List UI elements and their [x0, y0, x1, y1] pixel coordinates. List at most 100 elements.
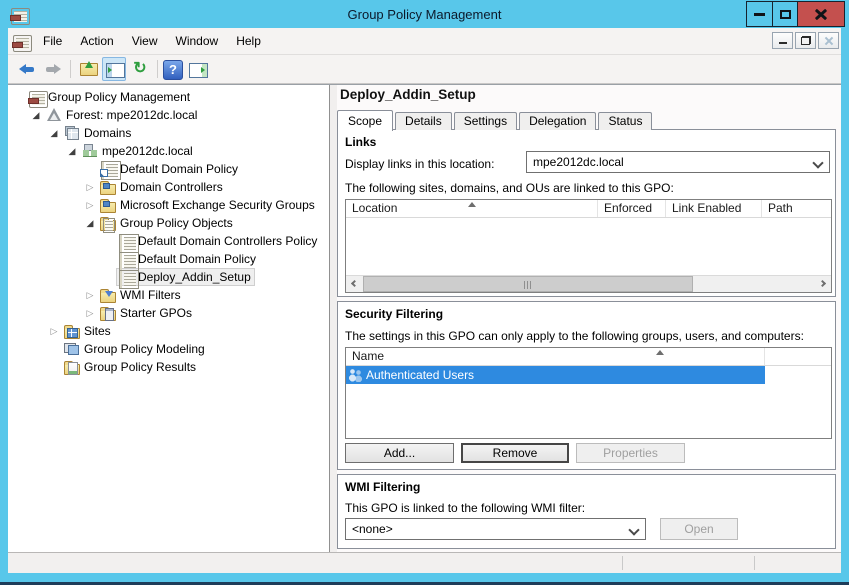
- menu-view[interactable]: View: [123, 28, 167, 54]
- remove-button[interactable]: Remove: [461, 443, 569, 463]
- menu-file[interactable]: File: [34, 28, 71, 54]
- tree-item: Microsoft Exchange Security Groups: [8, 196, 329, 214]
- minimize-button[interactable]: [746, 1, 773, 27]
- minimize-icon: [754, 13, 765, 16]
- child-restore-button[interactable]: [795, 32, 816, 49]
- help-icon[interactable]: [163, 60, 183, 80]
- tree-item-label-area[interactable]: Forest: mpe2012dc.local: [44, 106, 201, 124]
- tree-item-label: Group Policy Objects: [120, 216, 233, 230]
- refresh-icon[interactable]: [128, 57, 152, 81]
- tab-status[interactable]: Status: [598, 112, 652, 130]
- column-header[interactable]: Location: [346, 200, 598, 217]
- tree-item-label-area[interactable]: Deploy_Addin_Setup: [116, 268, 255, 286]
- show-action-pane-icon[interactable]: [185, 57, 209, 81]
- tree-item-label-area[interactable]: Default Domain Policy: [116, 250, 260, 268]
- tree-item-label-area[interactable]: Group Policy Modeling: [62, 340, 209, 358]
- security-filtering-table: Name Authenticated Users: [345, 347, 832, 439]
- status-bar-separator: [622, 556, 623, 570]
- tree-item-label-area[interactable]: Domains: [62, 124, 135, 142]
- security-table-rows: Authenticated Users: [346, 366, 831, 384]
- window-controls: [747, 1, 845, 27]
- security-filtering-description: The settings in this GPO can only apply …: [345, 329, 804, 343]
- tree-item-label-area[interactable]: Group Policy Objects: [98, 214, 237, 232]
- maximize-button[interactable]: [772, 1, 798, 27]
- menu-window[interactable]: Window: [167, 28, 228, 54]
- console-root-icon: [28, 89, 44, 105]
- column-header[interactable]: Path: [762, 200, 831, 217]
- child-minimize-button[interactable]: [772, 32, 793, 49]
- open-button: Open: [660, 518, 738, 540]
- wmi-filter-dropdown[interactable]: <none>: [345, 518, 646, 540]
- tree-item: Domains: [8, 124, 329, 142]
- tree-item: Default Domain Policy: [8, 250, 329, 268]
- pane-splitter[interactable]: [330, 85, 337, 552]
- tab-settings[interactable]: Settings: [454, 112, 517, 130]
- child-close-button[interactable]: [818, 32, 839, 49]
- tab-scope[interactable]: Scope: [337, 110, 393, 131]
- child-window-controls: [772, 32, 839, 49]
- tree-item: Deploy_Addin_Setup: [8, 268, 329, 286]
- expander-icon[interactable]: [82, 178, 98, 196]
- toolbar: [8, 55, 841, 84]
- tree-item-label-area[interactable]: Group Policy Results: [62, 358, 200, 376]
- security-principal-name: Authenticated Users: [366, 368, 474, 382]
- console-tree-toggle-icon[interactable]: [102, 57, 126, 81]
- tree-item-label-area[interactable]: Microsoft Exchange Security Groups: [98, 196, 319, 214]
- expander-icon[interactable]: [46, 124, 62, 142]
- domains-icon: [64, 125, 80, 141]
- wmi-filtering-section: WMI Filtering This GPO is linked to the …: [337, 474, 836, 549]
- chevron-down-icon: [809, 152, 829, 172]
- tree-item-label-area[interactable]: Default Domain Policy: [98, 160, 242, 178]
- window-border-bottom: [0, 573, 849, 582]
- expander-icon[interactable]: [82, 196, 98, 214]
- scroll-left-button[interactable]: [346, 276, 363, 292]
- expander-icon[interactable]: [46, 322, 62, 340]
- table-row[interactable]: Authenticated Users: [346, 366, 765, 384]
- add-button[interactable]: Add...: [345, 443, 454, 463]
- users-icon: [348, 368, 363, 382]
- column-header[interactable]: Link Enabled: [666, 200, 762, 217]
- tree-item-label: Sites: [84, 324, 111, 338]
- expander-icon[interactable]: [82, 286, 98, 304]
- tree-item-label: Domain Controllers: [120, 180, 223, 194]
- tree-item-label-area[interactable]: mpe2012dc.local: [80, 142, 197, 160]
- sites-folder-icon: [64, 328, 80, 339]
- scrollbar-thumb[interactable]: [363, 276, 693, 292]
- expander-icon[interactable]: [82, 214, 98, 232]
- tree-item-label: Group Policy Management: [48, 90, 190, 104]
- tree-item-label-area[interactable]: Domain Controllers: [98, 178, 227, 196]
- back-icon[interactable]: [15, 57, 39, 81]
- tab-details[interactable]: Details: [395, 112, 452, 130]
- tree-item-label-area[interactable]: Group Policy Management: [26, 88, 194, 106]
- links-table-header: Location Enforced Link Enabled: [346, 200, 831, 218]
- expander-icon[interactable]: [64, 142, 80, 160]
- gpo-details-pane: Deploy_Addin_Setup Scope Details Setting…: [337, 85, 841, 552]
- menu-help[interactable]: Help: [227, 28, 270, 54]
- status-bar-separator: [754, 556, 755, 570]
- column-header[interactable]: Enforced: [598, 200, 666, 217]
- up-one-level-icon[interactable]: [76, 57, 100, 81]
- expander-icon[interactable]: [82, 304, 98, 322]
- forward-icon[interactable]: [41, 57, 65, 81]
- close-button[interactable]: [797, 1, 845, 27]
- tree-item-label: Starter GPOs: [120, 306, 192, 320]
- tree-item: Forest: mpe2012dc.local: [8, 106, 329, 124]
- tree-item-label-area[interactable]: WMI Filters: [98, 286, 185, 304]
- expander-icon[interactable]: [28, 106, 44, 124]
- chevron-left-icon: [351, 280, 358, 287]
- scroll-right-button[interactable]: [814, 276, 831, 292]
- menu-action[interactable]: Action: [71, 28, 122, 54]
- tree-item-label: WMI Filters: [120, 288, 181, 302]
- name-column-header[interactable]: Name: [346, 348, 765, 365]
- toolbar-separator: [70, 60, 71, 78]
- tree-item-label: Group Policy Modeling: [84, 342, 205, 356]
- tree-item-label-area[interactable]: Starter GPOs: [98, 304, 196, 322]
- tree-item-label: Microsoft Exchange Security Groups: [120, 198, 315, 212]
- links-table: Location Enforced Link Enabled: [345, 199, 832, 293]
- toolbar-separator: [157, 60, 158, 78]
- tab-delegation[interactable]: Delegation: [519, 112, 596, 130]
- tree-item-label-area[interactable]: Sites: [62, 322, 115, 340]
- tree-item-label-area[interactable]: Default Domain Controllers Policy: [116, 232, 321, 250]
- tree-item-label: Domains: [84, 126, 131, 140]
- location-dropdown[interactable]: mpe2012dc.local: [526, 151, 830, 173]
